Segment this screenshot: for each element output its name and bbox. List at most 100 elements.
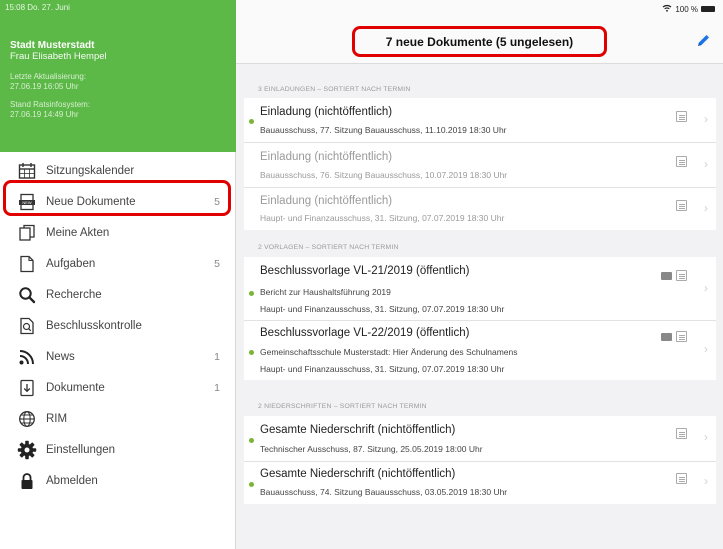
- sidebar-item-rim[interactable]: RIM: [0, 403, 236, 434]
- folder-icon: [661, 272, 672, 280]
- sidebar-item-label: Einstellungen: [46, 443, 116, 456]
- sidebar-item-count: 5: [214, 257, 220, 270]
- document-icon: [676, 270, 687, 281]
- unread-dot: [249, 119, 254, 124]
- system-state-label: Stand Ratsinfosystem:: [10, 100, 91, 109]
- document-subtitle: Gemeinschaftsschule Musterstadt: Hier Än…: [260, 347, 518, 357]
- document-icon: [676, 331, 687, 342]
- status-time-date: 15:08 Do. 27. Juni: [5, 3, 70, 12]
- sidebar-item-news[interactable]: News 1: [0, 341, 236, 372]
- chevron-right-icon: ›: [704, 157, 708, 171]
- section-vorlagen: Beschlussvorlage VL-21/2019 (öffentlich)…: [244, 257, 716, 380]
- document-meeting: Haupt- und Finanzausschuss, 31. Sitzung,…: [260, 364, 505, 374]
- last-update-value: 27.06.19 16:05 Uhr: [10, 82, 79, 91]
- unread-dot: [249, 482, 254, 487]
- search-icon: [16, 284, 38, 306]
- sidebar-item-label: Sitzungskalender: [46, 164, 135, 177]
- sidebar-item-aufgaben[interactable]: Aufgaben 5: [0, 248, 236, 279]
- unread-dot: [249, 291, 254, 296]
- status-bar-right: 100 %: [662, 4, 715, 14]
- list-item[interactable]: Gesamte Niederschrift (nichtöffentlich) …: [244, 416, 716, 462]
- sidebar-item-meine-akten[interactable]: Meine Akten: [0, 217, 236, 248]
- system-state-value: 27.06.19 14:49 Uhr: [10, 110, 79, 119]
- sidebar-item-label: RIM: [46, 412, 68, 425]
- sidebar-item-label: Meine Akten: [46, 226, 110, 239]
- highlight-frame-neue-dokumente: [3, 180, 231, 216]
- section-niederschriften: Gesamte Niederschrift (nichtöffentlich) …: [244, 416, 716, 504]
- document-subtitle: Technischer Ausschuss, 87. Sitzung, 25.0…: [260, 444, 483, 454]
- list-item[interactable]: Einladung (nichtöffentlich) Bauausschuss…: [244, 143, 716, 188]
- files-icon: [16, 222, 38, 244]
- city-name: Stadt Musterstadt: [10, 40, 95, 51]
- section-einladungen: Einladung (nichtöffentlich) Bauausschuss…: [244, 98, 716, 230]
- unread-dot: [249, 350, 254, 355]
- chevron-right-icon: ›: [704, 112, 708, 126]
- document-meeting: Haupt- und Finanzausschuss, 31. Sitzung,…: [260, 304, 505, 314]
- document-title: Einladung (nichtöffentlich): [260, 106, 393, 118]
- document-icon: [676, 156, 687, 167]
- list-item[interactable]: Einladung (nichtöffentlich) Haupt- und F…: [244, 188, 716, 230]
- document-title: Einladung (nichtöffentlich): [260, 195, 393, 207]
- folder-icon: [661, 333, 672, 341]
- last-update-label: Letzte Aktualisierung:: [10, 72, 87, 81]
- pencil-icon: [695, 35, 711, 53]
- sidebar-item-label: Beschlusskontrolle: [46, 319, 142, 332]
- last-update-info: Letzte Aktualisierung: 27.06.19 16:05 Uh…: [10, 72, 86, 92]
- sidebar-item-label: Aufgaben: [46, 257, 96, 270]
- lock-icon: [16, 470, 38, 492]
- document-title: Beschlussvorlage VL-21/2019 (öffentlich): [260, 265, 470, 277]
- list-item[interactable]: Gesamte Niederschrift (nichtöffentlich) …: [244, 462, 716, 504]
- sidebar-item-recherche[interactable]: Recherche: [0, 279, 236, 310]
- sidebar-item-label: News: [46, 350, 75, 363]
- document-title: Gesamte Niederschrift (nichtöffentlich): [260, 468, 456, 480]
- sidebar-item-count: 1: [214, 381, 220, 394]
- list-item[interactable]: Einladung (nichtöffentlich) Bauausschuss…: [244, 98, 716, 143]
- chevron-right-icon: ›: [704, 342, 708, 356]
- section-label-vorlagen: 2 VORLAGEN – SORTIERT NACH TERMIN: [258, 244, 399, 251]
- rss-icon: [16, 346, 38, 368]
- battery-icon: [701, 6, 715, 12]
- document-subtitle: Haupt- und Finanzausschuss, 31. Sitzung,…: [260, 213, 505, 223]
- document-subtitle: Bauausschuss, 76. Sitzung Bauausschuss, …: [260, 170, 508, 180]
- document-title: Einladung (nichtöffentlich): [260, 151, 393, 163]
- sidebar-item-label: Abmelden: [46, 474, 98, 487]
- edit-button[interactable]: [695, 33, 711, 49]
- document-icon: [676, 473, 687, 484]
- sidebar: 15:08 Do. 27. Juni Stadt Musterstadt Fra…: [0, 0, 236, 549]
- sidebar-item-abmelden[interactable]: Abmelden: [0, 465, 236, 496]
- sidebar-item-einstellungen[interactable]: Einstellungen: [0, 434, 236, 465]
- sidebar-item-beschlusskontrolle[interactable]: Beschlusskontrolle: [0, 310, 236, 341]
- document-icon: [676, 200, 687, 211]
- chevron-right-icon: ›: [704, 474, 708, 488]
- section-label-einladungen: 3 EINLADUNGEN – SORTIERT NACH TERMIN: [258, 86, 411, 93]
- document-title: Gesamte Niederschrift (nichtöffentlich): [260, 424, 456, 436]
- sidebar-item-count: 1: [214, 350, 220, 363]
- gear-icon: [16, 439, 38, 461]
- unread-dot: [249, 438, 254, 443]
- resolution-check-icon: [16, 315, 38, 337]
- document-icon: [676, 428, 687, 439]
- task-icon: [16, 253, 38, 275]
- document-subtitle: Bericht zur Haushaltsführung 2019: [260, 287, 391, 297]
- main-panel: 100 % 7 neue Dokumente (5 ungelesen) 3 E…: [236, 0, 723, 549]
- sidebar-item-label: Recherche: [46, 288, 102, 301]
- document-title: Beschlussvorlage VL-22/2019 (öffentlich): [260, 327, 470, 339]
- document-download-icon: [16, 377, 38, 399]
- calendar-icon: [16, 160, 38, 182]
- user-name: Frau Elisabeth Hempel: [10, 51, 107, 62]
- document-subtitle: Bauausschuss, 74. Sitzung Bauausschuss, …: [260, 487, 508, 497]
- page-title: 7 neue Dokumente (5 ungelesen): [352, 26, 607, 57]
- section-label-niederschriften: 2 NIEDERSCHRIFTEN – SORTIERT NACH TERMIN: [258, 403, 427, 410]
- chevron-right-icon: ›: [704, 430, 708, 444]
- chevron-right-icon: ›: [704, 201, 708, 215]
- top-bar: 100 % 7 neue Dokumente (5 ungelesen): [236, 0, 723, 64]
- list-item[interactable]: Beschlussvorlage VL-21/2019 (öffentlich)…: [244, 257, 716, 321]
- document-subtitle: Bauausschuss, 77. Sitzung Bauausschuss, …: [260, 125, 507, 135]
- sidebar-item-dokumente[interactable]: Dokumente 1: [0, 372, 236, 403]
- wifi-icon: [662, 4, 672, 14]
- sidebar-item-label: Dokumente: [46, 381, 105, 394]
- list-item[interactable]: Beschlussvorlage VL-22/2019 (öffentlich)…: [244, 321, 716, 380]
- document-icon: [676, 111, 687, 122]
- chevron-right-icon: ›: [704, 281, 708, 295]
- system-state-info: Stand Ratsinfosystem: 27.06.19 14:49 Uhr: [10, 100, 90, 120]
